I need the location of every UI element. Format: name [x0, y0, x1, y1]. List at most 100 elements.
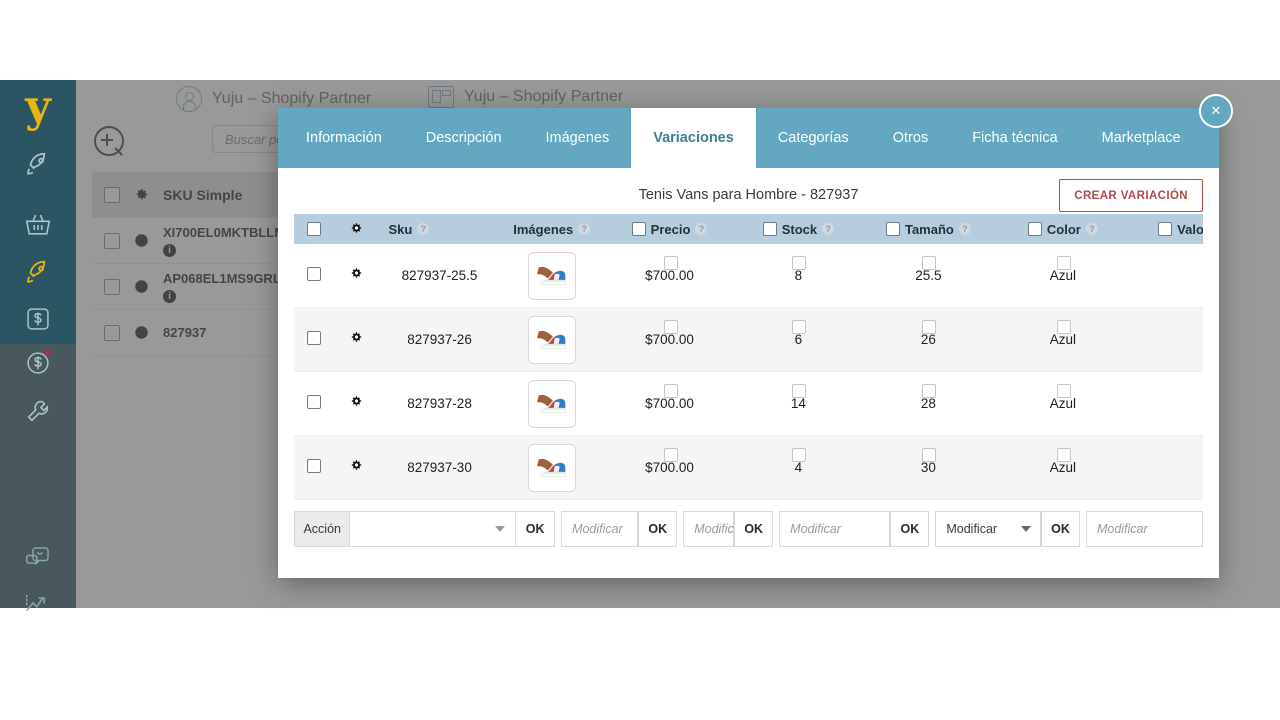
precio-ok-button[interactable]: OK: [638, 511, 678, 547]
tamano-ok-button[interactable]: OK: [890, 511, 930, 547]
wrench-icon[interactable]: [0, 388, 76, 434]
tamano-bulk-input[interactable]: Modificar: [779, 511, 891, 547]
precio-checkbox[interactable]: [663, 256, 678, 270]
chat-bubble-icon[interactable]: [0, 535, 76, 581]
column-header-precio: Precio?: [602, 214, 737, 244]
stock-bulk-input[interactable]: Modificar: [683, 511, 745, 547]
precio-bulk-input[interactable]: Modificar: [561, 511, 639, 547]
cell-select: [294, 244, 334, 308]
tab-variaciones[interactable]: Variaciones: [631, 108, 756, 168]
variation-thumbnail[interactable]: [527, 315, 576, 364]
stock-checkbox[interactable]: [792, 320, 807, 334]
page-title: Tenis Vans para Hombre - 827937: [638, 187, 859, 203]
tab-informaci-n[interactable]: Información: [284, 108, 404, 168]
help-icon[interactable]: ?: [578, 223, 591, 235]
cell-precio-text: $700.00: [645, 460, 694, 475]
cell-valor: [1129, 435, 1203, 500]
color-checkbox[interactable]: [1056, 448, 1071, 462]
column-checkbox-select[interactable]: [307, 222, 321, 236]
help-icon[interactable]: ?: [1085, 223, 1098, 235]
cell-tamano: 26: [860, 307, 997, 372]
trending-up-icon[interactable]: [0, 580, 76, 626]
column-checkbox-valor[interactable]: [1158, 222, 1173, 236]
stock-checkbox[interactable]: [792, 256, 807, 270]
yuju-logo[interactable]: y: [0, 84, 76, 130]
table-row[interactable]: 827937-26 $700.00 6 26 Azul: [294, 307, 1203, 372]
column-checkbox-precio[interactable]: [631, 222, 646, 236]
rocket-yellow-icon[interactable]: [0, 250, 76, 296]
column-checkbox-color[interactable]: [1027, 222, 1042, 236]
rocket-outline-icon[interactable]: [0, 142, 76, 188]
table-row[interactable]: 827937-30 $700.00 4 30 Azul: [294, 435, 1203, 500]
gear-icon[interactable]: [349, 331, 364, 346]
basket-icon[interactable]: [0, 202, 76, 248]
cell-valor: [1129, 244, 1203, 308]
tab-descripci-n[interactable]: Descripción: [404, 108, 524, 168]
column-header-label-precio: Precio: [650, 221, 691, 237]
gear-icon[interactable]: [349, 267, 364, 282]
cell-stock-text: 14: [790, 396, 806, 411]
row-checkbox[interactable]: [307, 331, 321, 345]
action-select[interactable]: [350, 511, 517, 547]
color-ok-button[interactable]: OK: [1040, 511, 1080, 547]
tab-ficha-t-cnica[interactable]: Ficha técnica: [950, 108, 1079, 168]
variation-thumbnail[interactable]: [527, 379, 576, 428]
table-row[interactable]: 827937-28 $700.00 14 28 Azul: [294, 371, 1203, 436]
color-bulk-select[interactable]: Modificar: [935, 511, 1041, 547]
stock-checkbox[interactable]: [792, 448, 807, 462]
action-ok-button[interactable]: OK: [516, 511, 556, 547]
stock-ok-button[interactable]: OK: [734, 511, 774, 547]
tamano-checkbox[interactable]: [922, 256, 937, 270]
precio-checkbox[interactable]: [663, 448, 678, 462]
tab-marketplace[interactable]: Marketplace: [1080, 108, 1203, 168]
help-icon[interactable]: ?: [958, 223, 971, 235]
stock-checkbox[interactable]: [792, 384, 807, 398]
cell-sku: 827937-28: [378, 371, 501, 436]
column-header-label-color: Color: [1046, 221, 1081, 237]
tab-categor-as[interactable]: Categorías: [756, 108, 871, 168]
tab-otros[interactable]: Otros: [871, 108, 950, 168]
tab-im-genes[interactable]: Imágenes: [524, 108, 632, 168]
create-variation-button[interactable]: CREAR VARIACIÓN: [1059, 179, 1203, 212]
precio-checkbox[interactable]: [663, 320, 678, 334]
color-checkbox[interactable]: [1056, 384, 1071, 398]
variation-thumbnail[interactable]: [527, 251, 576, 300]
cell-color-text: Azul: [1049, 268, 1076, 283]
cell-image: [500, 435, 603, 500]
tamano-checkbox[interactable]: [922, 384, 937, 398]
help-icon[interactable]: ?: [417, 223, 430, 235]
row-checkbox[interactable]: [307, 459, 321, 473]
column-checkbox-tamano[interactable]: [885, 222, 900, 236]
tamano-checkbox[interactable]: [922, 448, 937, 462]
help-icon[interactable]: ?: [822, 223, 835, 235]
variation-thumbnail[interactable]: [527, 443, 576, 492]
table-header-row: Sku? Imágenes? Precio? Stock? Tamaño? Color? V…: [294, 214, 1203, 244]
precio-checkbox[interactable]: [663, 384, 678, 398]
sidebar-rail: y: [0, 80, 76, 612]
cell-color-text: Azul: [1049, 396, 1076, 411]
cell-tamano-text: 28: [920, 396, 936, 411]
color-checkbox[interactable]: [1056, 320, 1071, 334]
table-row[interactable]: 827937-25.5 $700.00 8 25.5 Azul: [294, 244, 1203, 308]
gear-icon[interactable]: [349, 222, 364, 237]
help-icon[interactable]: ?: [695, 223, 708, 235]
cell-sku-text: 827937-28: [407, 396, 472, 411]
color-checkbox[interactable]: [1056, 256, 1071, 270]
cell-precio: $700.00: [602, 371, 737, 436]
tamano-checkbox[interactable]: [922, 320, 937, 334]
cell-precio: $700.00: [602, 244, 737, 308]
row-checkbox[interactable]: [307, 395, 321, 409]
column-checkbox-stock[interactable]: [762, 222, 777, 236]
close-icon[interactable]: ✕: [1199, 94, 1233, 128]
gear-icon[interactable]: [349, 395, 364, 410]
dollar-circle-badge-icon[interactable]: [0, 342, 76, 388]
valor-bulk-input[interactable]: Modificar: [1085, 511, 1203, 547]
cell-stock-text: 4: [794, 460, 803, 475]
bulk-action-row: Acción OK Modificar OK Modificar OK Modi…: [294, 511, 1203, 547]
gear-icon[interactable]: [349, 459, 364, 474]
dollar-square-icon[interactable]: [0, 296, 76, 342]
row-checkbox[interactable]: [307, 267, 321, 281]
cell-color: Azul: [996, 435, 1130, 500]
cell-gear: [334, 371, 379, 436]
chevron-down-icon: [1020, 526, 1031, 532]
